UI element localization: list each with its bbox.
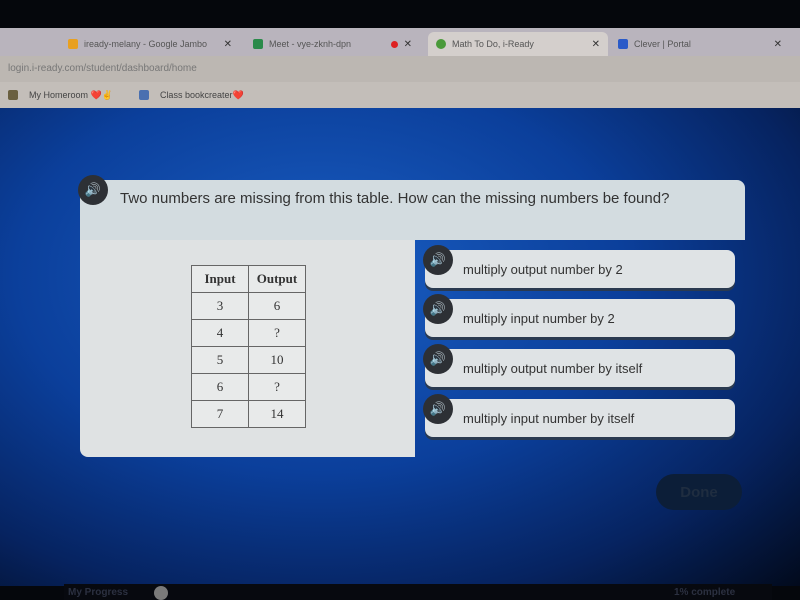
progress-bar: My Progress 1% complete — [64, 584, 772, 600]
bookmark-icon — [8, 90, 18, 100]
speaker-icon[interactable]: 🔊 — [423, 294, 453, 324]
jamboard-icon — [68, 39, 78, 49]
progress-status: 1% complete — [674, 587, 736, 598]
progress-label: My Progress — [68, 587, 129, 598]
table-row: 36 — [191, 292, 306, 320]
tab-meet[interactable]: Meet - vye-zknh-dpn ✕ — [245, 32, 420, 56]
tab-clever[interactable]: Clever | Portal ✕ — [610, 32, 790, 56]
tab-iready[interactable]: Math To Do, i-Ready ✕ — [428, 32, 608, 56]
answer-option-3[interactable]: 🔊 multiply output number by itself — [423, 344, 735, 387]
close-tab-icon[interactable]: ✕ — [774, 39, 782, 50]
close-tab-icon[interactable]: ✕ — [224, 39, 232, 50]
table-row: 5 10 — [191, 346, 306, 374]
close-tab-icon[interactable]: ✕ — [404, 39, 412, 50]
close-tab-icon[interactable]: ✕ — [592, 39, 600, 50]
table-row: 6? — [191, 373, 306, 401]
lesson-area: 🔊 Two numbers are missing from this tabl… — [0, 108, 800, 586]
answer-option-2[interactable]: 🔊 multiply input number by 2 — [423, 294, 735, 337]
table-row: 4? — [191, 319, 306, 347]
question-box: 🔊 Two numbers are missing from this tabl… — [78, 175, 745, 240]
bookmark-class-bookcreater[interactable]: Class bookcreater❤️ — [138, 90, 244, 101]
table-header: Input — [191, 265, 249, 293]
answer-option-1[interactable]: 🔊 multiply output number by 2 — [423, 245, 735, 288]
bookmark-my-homeroom[interactable]: My Homeroom ❤️✌ — [8, 90, 113, 101]
bookmarks-bar: My Homeroom ❤️✌ Class bookcreater❤️ — [0, 82, 800, 108]
answer-option-4[interactable]: 🔊 multiply input number by itself — [423, 394, 735, 437]
speaker-icon[interactable]: 🔊 — [423, 344, 453, 374]
question-text: Two numbers are missing from this table.… — [120, 190, 670, 207]
tab-bar: iready-melany - Google Jambo ✕ Meet - vye… — [0, 28, 800, 56]
address-bar[interactable]: login.i-ready.com/student/dashboard/home — [0, 56, 800, 82]
meet-icon — [253, 39, 263, 49]
iready-icon — [436, 39, 446, 49]
speaker-icon[interactable]: 🔊 — [78, 175, 108, 205]
progress-indicator — [154, 586, 168, 600]
speaker-icon[interactable]: 🔊 — [423, 245, 453, 275]
tab-jamboard[interactable]: iready-melany - Google Jambo ✕ — [60, 32, 240, 56]
speaker-icon[interactable]: 🔊 — [423, 394, 453, 424]
input-output-table: Input Output 36 4? 5 10 6? 7 14 — [191, 265, 306, 428]
table-row: 7 14 — [191, 400, 306, 428]
table-header: Output — [248, 265, 306, 293]
clever-icon — [618, 39, 628, 49]
done-button[interactable]: Done — [656, 474, 742, 510]
bookmark-icon — [138, 90, 149, 100]
table-panel: Input Output 36 4? 5 10 6? 7 14 — [80, 240, 415, 457]
recording-icon — [391, 40, 398, 48]
